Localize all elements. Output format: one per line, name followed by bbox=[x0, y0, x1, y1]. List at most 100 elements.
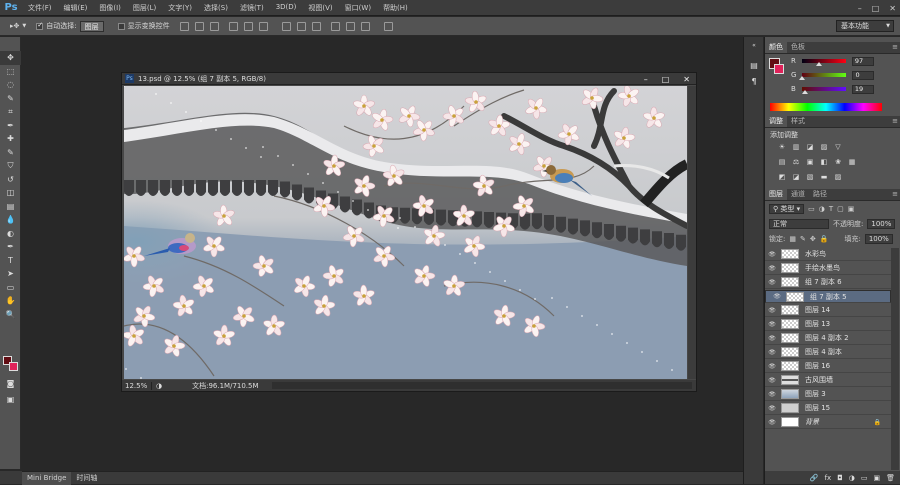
layer-row[interactable]: 👁 水彩鸟 bbox=[765, 248, 891, 261]
visibility-eye-icon[interactable]: 👁 bbox=[765, 419, 779, 426]
layer-row[interactable]: 👁 图层 16 bbox=[765, 360, 891, 373]
filter-pixel-icon[interactable]: ▭ bbox=[808, 205, 815, 213]
slider-thumb[interactable] bbox=[801, 90, 808, 94]
layer-row[interactable]: 👁 图层 3 bbox=[765, 388, 891, 401]
menu-item[interactable]: 图像(I) bbox=[93, 3, 127, 13]
visibility-eye-icon[interactable]: 👁 bbox=[765, 265, 779, 272]
adjustment-icon[interactable]: ◪ bbox=[805, 142, 815, 151]
adjustment-icon[interactable]: ▨ bbox=[819, 142, 829, 151]
workspace-dropdown[interactable]: 基本功能 ▼ bbox=[836, 20, 894, 32]
layer-row[interactable]: 👁 组 7 副本 6 bbox=[765, 276, 891, 289]
visibility-eye-icon[interactable]: 👁 bbox=[765, 377, 779, 384]
hand-tool-icon[interactable]: ✋ bbox=[0, 294, 21, 308]
healing-tool-icon[interactable]: ✚ bbox=[0, 132, 21, 146]
slider-thumb[interactable] bbox=[799, 76, 806, 80]
distribute-right-icon[interactable] bbox=[360, 21, 370, 31]
tab-layers[interactable]: 图层 bbox=[765, 189, 787, 200]
zoom-level[interactable]: 12.5% bbox=[122, 381, 152, 390]
lock-position-icon[interactable]: ✥ bbox=[810, 235, 816, 243]
menu-item[interactable]: 滤镜(T) bbox=[234, 3, 270, 13]
add-mask-icon[interactable]: ◘ bbox=[837, 474, 843, 482]
channel-slider[interactable] bbox=[801, 87, 846, 94]
quick-select-tool-icon[interactable]: ✎ bbox=[0, 92, 21, 106]
visibility-eye-icon[interactable]: 👁 bbox=[765, 405, 779, 412]
distribute-center-icon[interactable] bbox=[345, 21, 355, 31]
shape-tool-icon[interactable]: ▭ bbox=[0, 281, 21, 295]
visibility-eye-icon[interactable]: 👁 bbox=[765, 391, 779, 398]
layer-row[interactable]: 👁 图层 14 bbox=[765, 304, 891, 317]
adjustment-icon[interactable]: ◧ bbox=[819, 157, 829, 166]
distribute-middle-icon[interactable] bbox=[296, 21, 306, 31]
auto-align-icon[interactable] bbox=[383, 21, 393, 31]
visibility-eye-icon[interactable]: 👁 bbox=[765, 251, 779, 258]
adjustment-icon[interactable]: ▦ bbox=[847, 157, 857, 166]
channel-slider[interactable] bbox=[801, 59, 846, 66]
blur-tool-icon[interactable]: 💧 bbox=[0, 213, 21, 227]
link-layers-icon[interactable]: 🔗 bbox=[810, 474, 819, 482]
lock-all-icon[interactable]: 🔒 bbox=[820, 235, 829, 243]
panel-menu-icon[interactable]: ≡ bbox=[892, 117, 898, 125]
layer-filter-dropdown[interactable]: ⚲ 类型 ▾ bbox=[769, 204, 805, 214]
tab-swatches[interactable]: 色板 bbox=[787, 42, 809, 53]
pen-tool-icon[interactable]: ✒ bbox=[0, 240, 21, 254]
align-right-icon[interactable] bbox=[258, 21, 268, 31]
brush-tool-icon[interactable]: ✎ bbox=[0, 146, 21, 160]
menu-item[interactable]: 编辑(E) bbox=[58, 3, 94, 13]
panel-menu-icon[interactable]: ≡ bbox=[892, 43, 898, 51]
menu-item[interactable]: 图层(L) bbox=[127, 3, 162, 13]
doc-close-button[interactable]: ✕ bbox=[683, 75, 690, 84]
doc-maximize-button[interactable]: □ bbox=[662, 75, 670, 84]
screen-mode-icon[interactable]: ▣ bbox=[0, 393, 21, 407]
align-top-icon[interactable] bbox=[179, 21, 189, 31]
adjustment-icon[interactable]: ☀ bbox=[777, 142, 787, 151]
opacity-input[interactable]: 100% bbox=[867, 219, 896, 229]
move-tool-preset[interactable]: ▸✥ ▼ bbox=[10, 22, 26, 30]
visibility-eye-icon[interactable]: 👁 bbox=[765, 321, 779, 328]
layer-row[interactable]: 👁 手绘水墨鸟 bbox=[765, 262, 891, 275]
channel-value-input[interactable]: 0 bbox=[852, 70, 875, 80]
adjustment-icon[interactable]: ◩ bbox=[777, 172, 787, 181]
new-layer-icon[interactable]: ▣ bbox=[873, 474, 880, 482]
close-button[interactable]: ✕ bbox=[889, 4, 896, 13]
tab-timeline[interactable]: 时间轴 bbox=[71, 472, 102, 485]
stamp-tool-icon[interactable]: ⛉ bbox=[0, 159, 21, 173]
layer-row[interactable]: 👁 组 7 副本 5 bbox=[765, 290, 891, 303]
info-panel-icon[interactable]: ¶ bbox=[744, 73, 764, 89]
blend-mode-dropdown[interactable]: 正常 bbox=[769, 219, 829, 229]
adjustment-icon[interactable]: ▤ bbox=[777, 157, 787, 166]
adjustment-icon[interactable]: ▨ bbox=[833, 172, 843, 181]
visibility-eye-icon[interactable]: 👁 bbox=[765, 335, 779, 342]
adjustment-icon[interactable]: ▽ bbox=[833, 142, 843, 151]
menu-item[interactable]: 窗口(W) bbox=[339, 3, 377, 13]
history-panel-icon[interactable]: ▤ bbox=[744, 57, 764, 73]
document-title-bar[interactable]: Ps 13.psd @ 12.5% (组 7 副本 5, RGB/8) – □ … bbox=[122, 73, 696, 85]
auto-select-dropdown[interactable]: 图层 bbox=[79, 20, 104, 32]
adjustment-icon[interactable]: ▥ bbox=[791, 142, 801, 151]
auto-select-option[interactable]: ✓ 自动选择: 图层 bbox=[36, 20, 104, 32]
menu-item[interactable]: 选择(S) bbox=[198, 3, 234, 13]
tab-mini-bridge[interactable]: Mini Bridge bbox=[22, 471, 72, 485]
document-horizontal-scrollbar[interactable] bbox=[272, 382, 692, 389]
layer-row[interactable]: 👁 古风围墙 bbox=[765, 374, 891, 387]
visibility-eye-icon[interactable]: 👁 bbox=[765, 307, 779, 314]
menu-item[interactable]: 3D(D) bbox=[270, 3, 303, 13]
distribute-top-icon[interactable] bbox=[281, 21, 291, 31]
tab-channels[interactable]: 通道 bbox=[787, 189, 809, 200]
adjustment-icon[interactable]: ▧ bbox=[805, 172, 815, 181]
layer-row[interactable]: 👁 图层 4 副本 2 bbox=[765, 332, 891, 345]
layer-row[interactable]: 👁 图层 4 副本 bbox=[765, 346, 891, 359]
new-group-icon[interactable]: ▭ bbox=[861, 474, 868, 482]
layers-scrollbar[interactable] bbox=[891, 248, 899, 470]
path-select-tool-icon[interactable]: ➤ bbox=[0, 267, 21, 281]
adjustment-icon[interactable]: ◪ bbox=[791, 172, 801, 181]
minimize-button[interactable]: – bbox=[858, 4, 862, 13]
history-brush-tool-icon[interactable]: ↺ bbox=[0, 173, 21, 187]
document-vertical-scrollbar[interactable] bbox=[688, 86, 696, 379]
visibility-eye-icon[interactable]: 👁 bbox=[765, 363, 779, 370]
channel-slider[interactable] bbox=[799, 73, 847, 80]
lock-pixels-icon[interactable]: ✎ bbox=[800, 235, 806, 243]
align-middle-icon[interactable] bbox=[194, 21, 204, 31]
adjustment-icon[interactable]: ⚖ bbox=[791, 157, 801, 166]
filter-shape-icon[interactable]: ▢ bbox=[837, 205, 844, 213]
show-transform-option[interactable]: 显示变换控件 bbox=[117, 21, 170, 31]
